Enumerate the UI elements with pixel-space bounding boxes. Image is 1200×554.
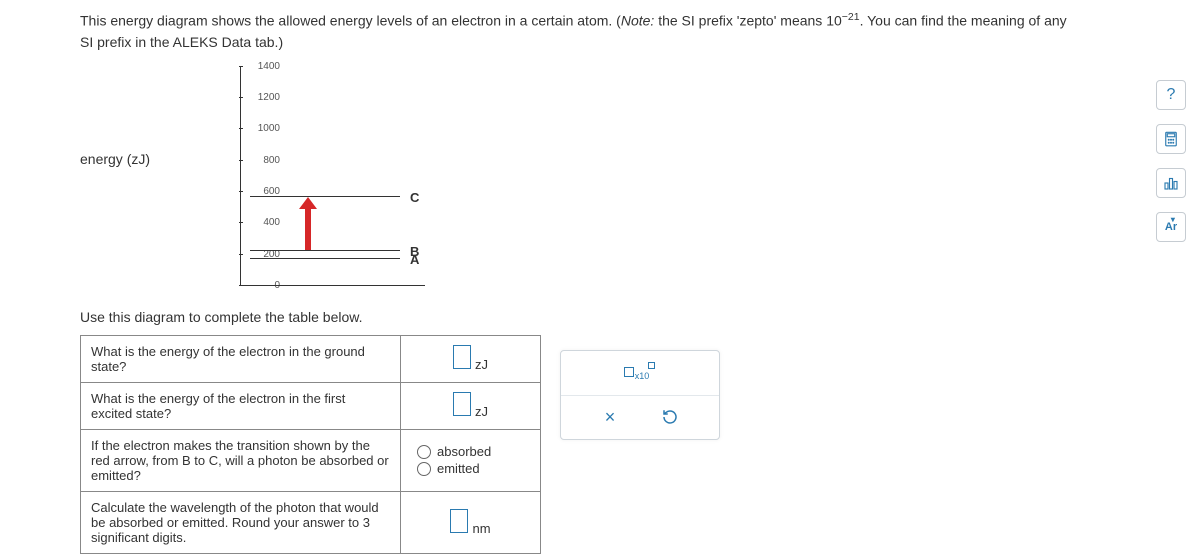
level-c — [250, 196, 400, 197]
q2-input[interactable] — [453, 392, 471, 416]
exp-base: 10 — [826, 13, 842, 29]
note-label: Note: — [621, 13, 654, 29]
bar-graph-button[interactable] — [1156, 168, 1186, 198]
q1-unit: zJ — [475, 357, 488, 372]
help-button[interactable]: ? — [1156, 80, 1186, 110]
periodic-table-button[interactable]: A▾r — [1156, 212, 1186, 242]
radio-icon — [417, 445, 431, 459]
q2-text: What is the energy of the electron in th… — [81, 382, 401, 429]
clear-button[interactable]: × — [595, 402, 625, 432]
q4-unit: nm — [472, 521, 490, 536]
q1-text: What is the energy of the electron in th… — [81, 335, 401, 382]
level-c-label: C — [410, 190, 419, 205]
q3-opt-absorbed[interactable]: absorbed — [411, 444, 530, 459]
q3-opt2-label: emitted — [437, 461, 480, 476]
sci-label: x10 — [635, 371, 650, 381]
y-axis-label: energy (zJ) — [80, 151, 150, 167]
sci-notation-button[interactable]: x10 — [624, 365, 657, 381]
q3-opt-emitted[interactable]: emitted — [411, 461, 530, 476]
calculator-button[interactable] — [1156, 124, 1186, 154]
level-a — [250, 258, 400, 259]
q1-answer: zJ — [401, 335, 541, 382]
radio-icon — [417, 462, 431, 476]
exp-power: −21 — [842, 11, 860, 23]
input-palette: x10 × — [560, 350, 720, 440]
plot-area — [240, 66, 425, 286]
reset-button[interactable] — [655, 402, 685, 432]
prompt-text-a: This energy diagram shows the allowed en… — [80, 13, 621, 29]
question-prompt: This energy diagram shows the allowed en… — [80, 10, 1130, 53]
q3-text: If the electron makes the transition sho… — [81, 429, 401, 491]
q1-input[interactable] — [453, 345, 471, 369]
chart-plot: 1400 1200 1000 800 600 400 200 0 C B A — [210, 61, 440, 301]
q2-unit: zJ — [475, 404, 488, 419]
prompt-text-b: the SI prefix 'zepto' means — [654, 13, 826, 29]
level-a-label: A — [410, 252, 419, 267]
q4-answer: nm — [401, 491, 541, 553]
q4-text: Calculate the wavelength of the photon t… — [81, 491, 401, 553]
transition-arrow — [305, 207, 311, 250]
question-table: What is the energy of the electron in th… — [80, 335, 541, 554]
q3-answer: absorbed emitted — [401, 429, 541, 491]
energy-diagram: energy (zJ) 1400 1200 1000 800 600 400 2… — [80, 61, 1130, 301]
q2-answer: zJ — [401, 382, 541, 429]
table-instruction: Use this diagram to complete the table b… — [80, 309, 1130, 325]
level-b — [250, 250, 400, 251]
ar-icon: A▾r — [1165, 221, 1177, 233]
q4-input[interactable] — [450, 509, 468, 533]
q3-opt1-label: absorbed — [437, 444, 491, 459]
right-toolbar: ? A▾r — [1154, 80, 1188, 242]
